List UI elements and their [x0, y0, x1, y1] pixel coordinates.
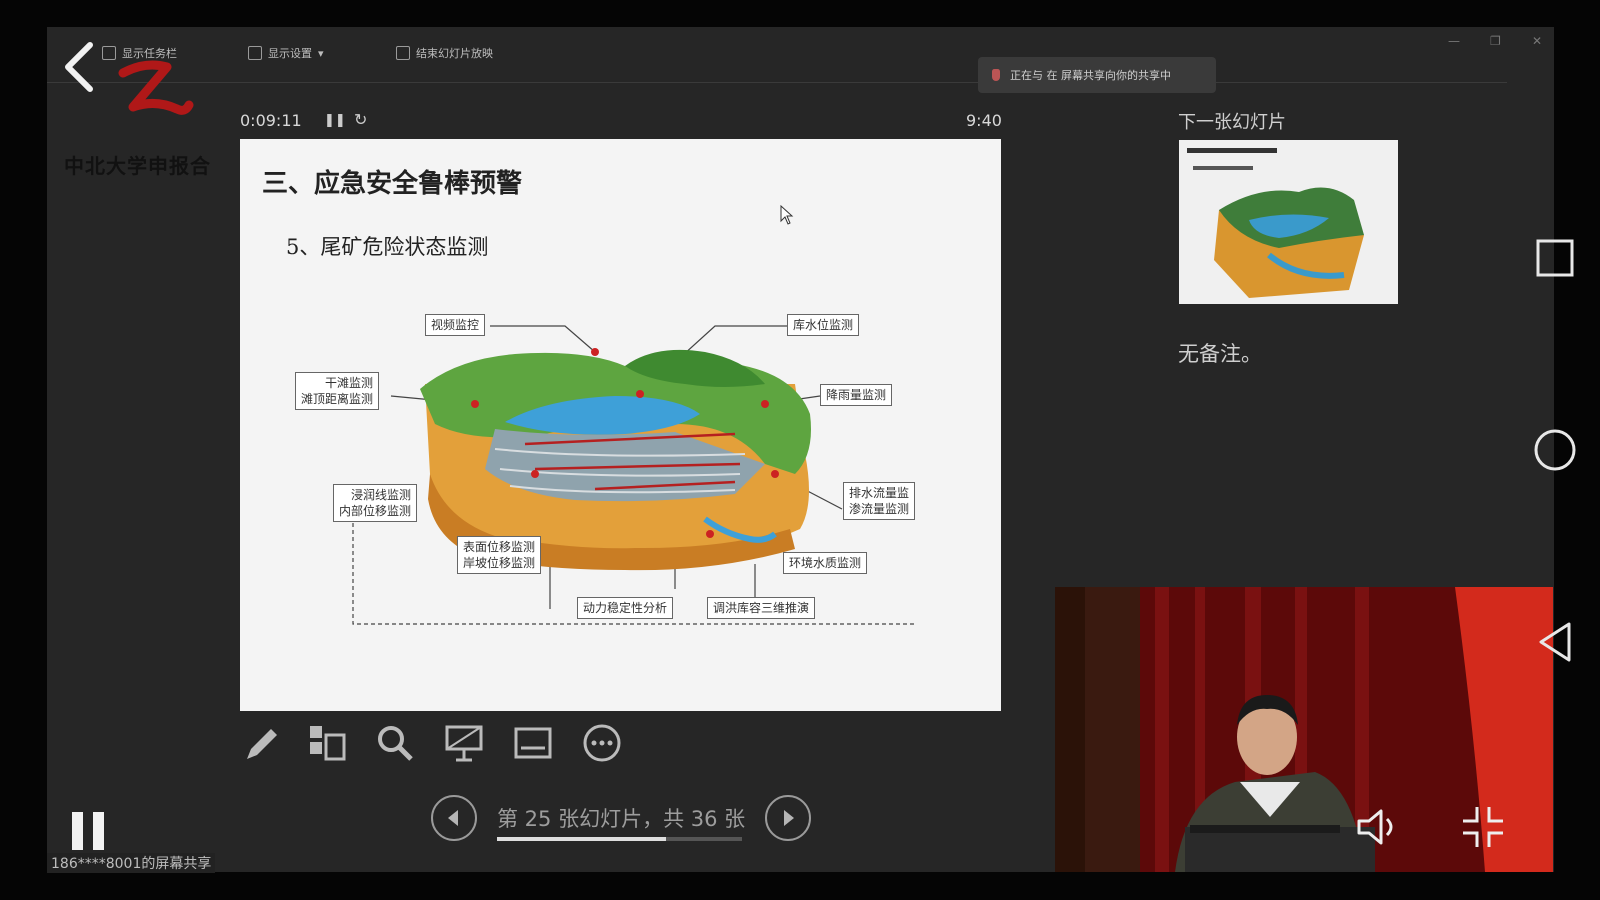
label-water-level: 库水位监测 — [787, 314, 860, 336]
label-dry-beach-line1: 干滩监测 — [325, 376, 374, 390]
pause-bar-right — [93, 812, 104, 850]
timer-reset-icon[interactable]: ↻ — [354, 110, 367, 129]
subtitles-icon[interactable] — [513, 723, 553, 763]
volume-icon[interactable] — [1355, 807, 1403, 847]
current-time: 9:40 — [966, 111, 1002, 130]
restore-icon[interactable]: ❐ — [1490, 34, 1501, 48]
back-arrow-icon[interactable] — [60, 40, 100, 95]
label-flood: 调洪库容三维推演 — [707, 597, 816, 619]
label-seepage-line1: 浸润线监测 — [351, 488, 412, 502]
toolbar-display-settings-label: 显示设置 — [268, 47, 312, 60]
back-nav-icon[interactable] — [1535, 620, 1575, 664]
mouse-cursor-icon — [780, 205, 794, 225]
playback-pause-button[interactable] — [72, 812, 114, 854]
minimize-icon[interactable]: — — [1448, 34, 1460, 48]
taskbar-icon — [102, 46, 116, 60]
slide-subtitle: 5、尾矿危险状态监测 — [286, 235, 489, 259]
next-slide-button[interactable] — [765, 795, 811, 841]
current-slide: 三、应急安全鲁棒预警 5、尾矿危险状态监测 视频监控 库水位监测 干滩监测 滩顶… — [240, 139, 1001, 711]
organization-logo — [118, 60, 194, 115]
tailings-dam-illustration — [352, 325, 915, 625]
screen-share-label: 186****8001的屏幕共享 — [47, 853, 216, 873]
previous-slide-button[interactable] — [431, 795, 477, 841]
label-drainage-line1: 排水流量监 — [849, 486, 910, 500]
label-dry-beach-line2: 滩顶距离监测 — [301, 392, 374, 406]
next-slide-label: 下一张幻灯片 — [1178, 112, 1286, 133]
elapsed-timer: 0:09:11 — [240, 111, 302, 130]
exit-fullscreen-icon[interactable] — [1461, 805, 1505, 849]
toolbar-end-show[interactable]: 结束幻灯片放映 — [396, 45, 493, 61]
speaker-notes: 无备注。 — [1178, 342, 1262, 366]
label-drainage: 排水流量监 渗流量监测 — [843, 482, 916, 520]
microphone-icon — [992, 69, 1000, 81]
zoom-icon[interactable] — [375, 723, 415, 763]
label-surface-line2: 岸坡位移监测 — [463, 556, 536, 570]
share-notification-text: 正在与 在 屏幕共享向你的共享中 — [1010, 69, 1171, 82]
organization-name: 中北大学申报合 — [64, 154, 211, 178]
tailings-diagram: 视频监控 库水位监测 干滩监测 滩顶距离监测 降雨量监测 浸润线监测 内部位移监… — [295, 304, 935, 644]
more-options-icon[interactable] — [582, 723, 622, 763]
slide-progress-bar — [497, 837, 742, 841]
label-dynamic: 动力稳定性分析 — [577, 597, 674, 619]
label-seepage-line2: 内部位移监测 — [339, 504, 412, 518]
toolbar-display-settings[interactable]: 显示设置 ▾ — [248, 45, 324, 61]
speaker-video-feed — [1055, 587, 1553, 872]
next-slide-preview — [1187, 148, 1364, 298]
label-surface-line1: 表面位移监测 — [463, 540, 536, 554]
chevron-left-icon — [448, 810, 458, 826]
chevron-down-icon: ▾ — [318, 46, 324, 60]
close-icon[interactable]: ✕ — [1532, 34, 1542, 48]
recent-apps-icon[interactable] — [1535, 238, 1575, 278]
label-rainfall: 降雨量监测 — [820, 384, 893, 406]
pen-tool-icon[interactable] — [241, 723, 281, 763]
next-slide-thumbnail[interactable] — [1179, 140, 1398, 304]
end-show-icon — [396, 46, 410, 60]
home-icon[interactable] — [1533, 428, 1577, 472]
label-env-water: 环境水质监测 — [783, 552, 868, 574]
share-notification: 正在与 在 屏幕共享向你的共享中 — [978, 57, 1216, 93]
black-screen-icon[interactable] — [444, 723, 484, 763]
slide-progress-fill — [497, 837, 667, 841]
display-settings-icon — [248, 46, 262, 60]
toolbar-end-show-label: 结束幻灯片放映 — [416, 47, 493, 60]
all-slides-icon[interactable] — [307, 723, 347, 763]
label-surface: 表面位移监测 岸坡位移监测 — [457, 536, 542, 574]
chevron-right-icon — [784, 810, 794, 826]
label-seepage: 浸润线监测 内部位移监测 — [333, 484, 418, 522]
slide-title: 三、应急安全鲁棒预警 — [262, 169, 523, 199]
label-drainage-line2: 渗流量监测 — [849, 502, 910, 516]
timer-pause-icon[interactable]: ❚❚ — [324, 113, 346, 128]
pause-bar-left — [72, 812, 83, 850]
label-video: 视频监控 — [425, 314, 486, 336]
label-dry-beach: 干滩监测 滩顶距离监测 — [295, 372, 380, 410]
slide-counter: 第 25 张幻灯片，共 36 张 — [497, 807, 746, 831]
